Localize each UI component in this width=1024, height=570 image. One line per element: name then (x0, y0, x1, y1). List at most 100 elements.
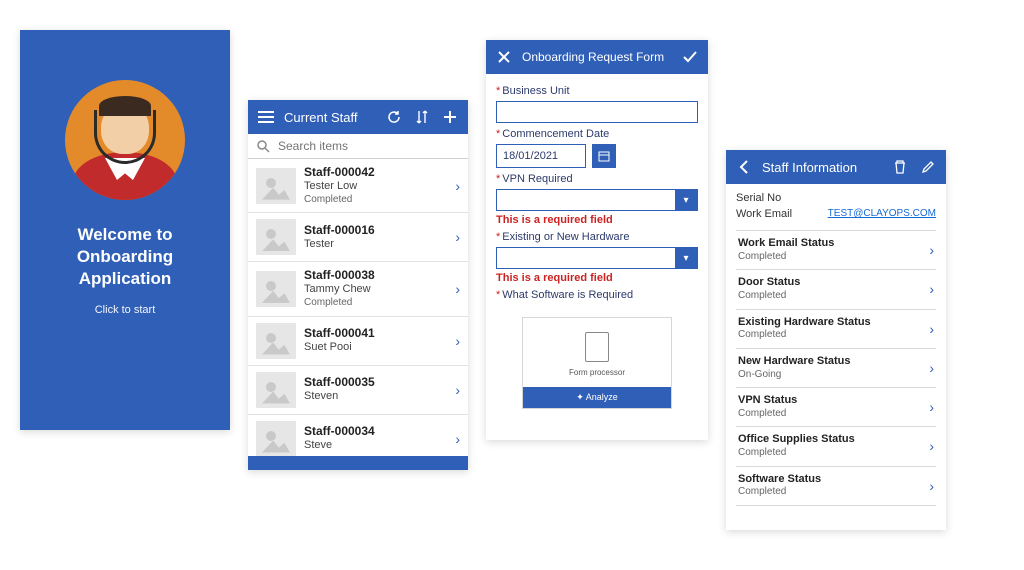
staff-name: Tammy Chew (304, 283, 447, 297)
welcome-title: Welcome to Onboarding Application (38, 224, 212, 290)
staff-id: Staff-000034 (304, 424, 447, 439)
list-item-text: Staff-000034Steve (304, 424, 447, 453)
select-vpn-required[interactable]: ▾ (496, 189, 698, 211)
status-value: Completed (738, 329, 929, 342)
chevron-right-icon: › (455, 333, 460, 349)
page-title: Current Staff (284, 110, 376, 125)
page-title: Staff Information (762, 160, 882, 175)
staff-name: Tester Low (304, 180, 447, 194)
list-item[interactable]: Staff-000042Tester LowCompleted › (248, 159, 468, 213)
document-icon (585, 332, 609, 362)
appbar: Staff Information (726, 150, 946, 184)
status-value: Completed (738, 447, 929, 460)
search-input[interactable] (276, 138, 460, 154)
status-row[interactable]: VPN StatusCompleted› (736, 387, 936, 426)
chevron-right-icon: › (455, 382, 460, 398)
status-row-text: VPN StatusCompleted (738, 394, 929, 420)
chevron-down-icon: ▾ (675, 189, 697, 211)
input-business-unit[interactable] (496, 101, 698, 123)
staff-info-screen: Staff Information Serial No Work Email T… (726, 150, 946, 530)
label-business-unit: *Business Unit (496, 85, 698, 97)
start-caption: Click to start (38, 304, 212, 316)
chevron-right-icon: › (455, 178, 460, 194)
select-hardware[interactable]: ▾ (496, 247, 698, 269)
status-row-text: Work Email StatusCompleted (738, 237, 929, 263)
onboarding-form-screen: Onboarding Request Form *Business Unit *… (486, 40, 708, 440)
status-label: Office Supplies Status (738, 433, 929, 447)
delete-icon[interactable] (890, 157, 910, 177)
appbar: Current Staff (248, 100, 468, 134)
back-icon[interactable] (734, 157, 754, 177)
processor-label: Form processor (569, 368, 625, 377)
work-email-link[interactable]: TEST@CLAYOPS.COM (828, 208, 936, 220)
search-bar[interactable] (248, 134, 468, 159)
input-commencement-date[interactable]: 18/01/2021 (496, 144, 586, 168)
status-row-text: Software StatusCompleted (738, 473, 929, 499)
chevron-right-icon: › (929, 242, 934, 258)
status-label: Work Email Status (738, 237, 929, 251)
analyze-icon: ✦ (576, 392, 586, 402)
form-processor-card: Form processor ✦ Analyze (522, 317, 672, 409)
status-row[interactable]: Door StatusCompleted› (736, 269, 936, 308)
add-icon[interactable] (440, 107, 460, 127)
edit-icon[interactable] (918, 157, 938, 177)
chevron-right-icon: › (455, 281, 460, 297)
chevron-right-icon: › (929, 399, 934, 415)
status-value: Completed (738, 290, 929, 303)
label-vpn-required: *VPN Required (496, 173, 698, 185)
list-item[interactable]: Staff-000016Tester› (248, 213, 468, 262)
thumbnail-placeholder-icon (256, 421, 296, 457)
list-item[interactable]: Staff-000041Suet Pooi› (248, 317, 468, 366)
chevron-right-icon: › (929, 438, 934, 454)
info-body: Serial No Work Email TEST@CLAYOPS.COM Wo… (726, 184, 946, 512)
close-icon[interactable] (494, 47, 514, 67)
status-row-text: New Hardware StatusOn-Going (738, 355, 929, 381)
staff-name: Steve (304, 439, 447, 453)
staff-id: Staff-000038 (304, 268, 447, 283)
chevron-right-icon: › (455, 431, 460, 447)
list-item[interactable]: Staff-000038Tammy ChewCompleted › (248, 262, 468, 316)
status-value: On-Going (738, 369, 929, 382)
status-label: VPN Status (738, 394, 929, 408)
status-label: New Hardware Status (738, 355, 929, 369)
sort-icon[interactable] (412, 107, 432, 127)
appbar: Onboarding Request Form (486, 40, 708, 74)
list-item-text: Staff-000016Tester (304, 223, 447, 252)
list-item[interactable]: Staff-000034Steve › (248, 415, 468, 457)
status-value: Completed (738, 251, 929, 264)
list-item-text: Staff-000042Tester LowCompleted (304, 165, 447, 206)
welcome-screen[interactable]: Welcome to Onboarding Application Click … (20, 30, 230, 430)
analyze-button[interactable]: ✦ Analyze (523, 387, 671, 408)
status-row[interactable]: Software StatusCompleted› (736, 466, 936, 506)
page-title: Onboarding Request Form (522, 50, 672, 64)
status-row[interactable]: Work Email StatusCompleted› (736, 230, 936, 269)
thumbnail-placeholder-icon (256, 168, 296, 204)
staff-id: Staff-000041 (304, 326, 447, 341)
calendar-icon[interactable] (592, 144, 616, 168)
status-row[interactable]: Office Supplies StatusCompleted› (736, 426, 936, 465)
staff-id: Staff-000016 (304, 223, 447, 238)
search-icon (256, 139, 270, 153)
menu-icon[interactable] (256, 107, 276, 127)
thumbnail-placeholder-icon (256, 219, 296, 255)
list-item[interactable]: Staff-000035Steven› (248, 366, 468, 415)
refresh-icon[interactable] (384, 107, 404, 127)
error-vpn: This is a required field (496, 214, 698, 226)
staff-id: Staff-000035 (304, 375, 447, 390)
status-list: Work Email StatusCompleted›Door StatusCo… (736, 230, 936, 506)
chevron-right-icon: › (929, 478, 934, 494)
staff-status: Completed (304, 297, 447, 310)
status-row[interactable]: Existing Hardware StatusCompleted› (736, 309, 936, 348)
chevron-down-icon: ▾ (675, 247, 697, 269)
status-label: Software Status (738, 473, 929, 487)
list-item-text: Staff-000038Tammy ChewCompleted (304, 268, 447, 309)
field-work-email: Work Email TEST@CLAYOPS.COM (736, 206, 936, 222)
chevron-right-icon: › (929, 360, 934, 376)
support-avatar (65, 80, 185, 200)
confirm-icon[interactable] (680, 47, 700, 67)
error-hardware: This is a required field (496, 272, 698, 284)
staff-list-screen: Current Staff Staff-000042Tester LowComp… (248, 100, 468, 470)
status-row-text: Office Supplies StatusCompleted (738, 433, 929, 459)
chevron-right-icon: › (929, 281, 934, 297)
status-row[interactable]: New Hardware StatusOn-Going› (736, 348, 936, 387)
